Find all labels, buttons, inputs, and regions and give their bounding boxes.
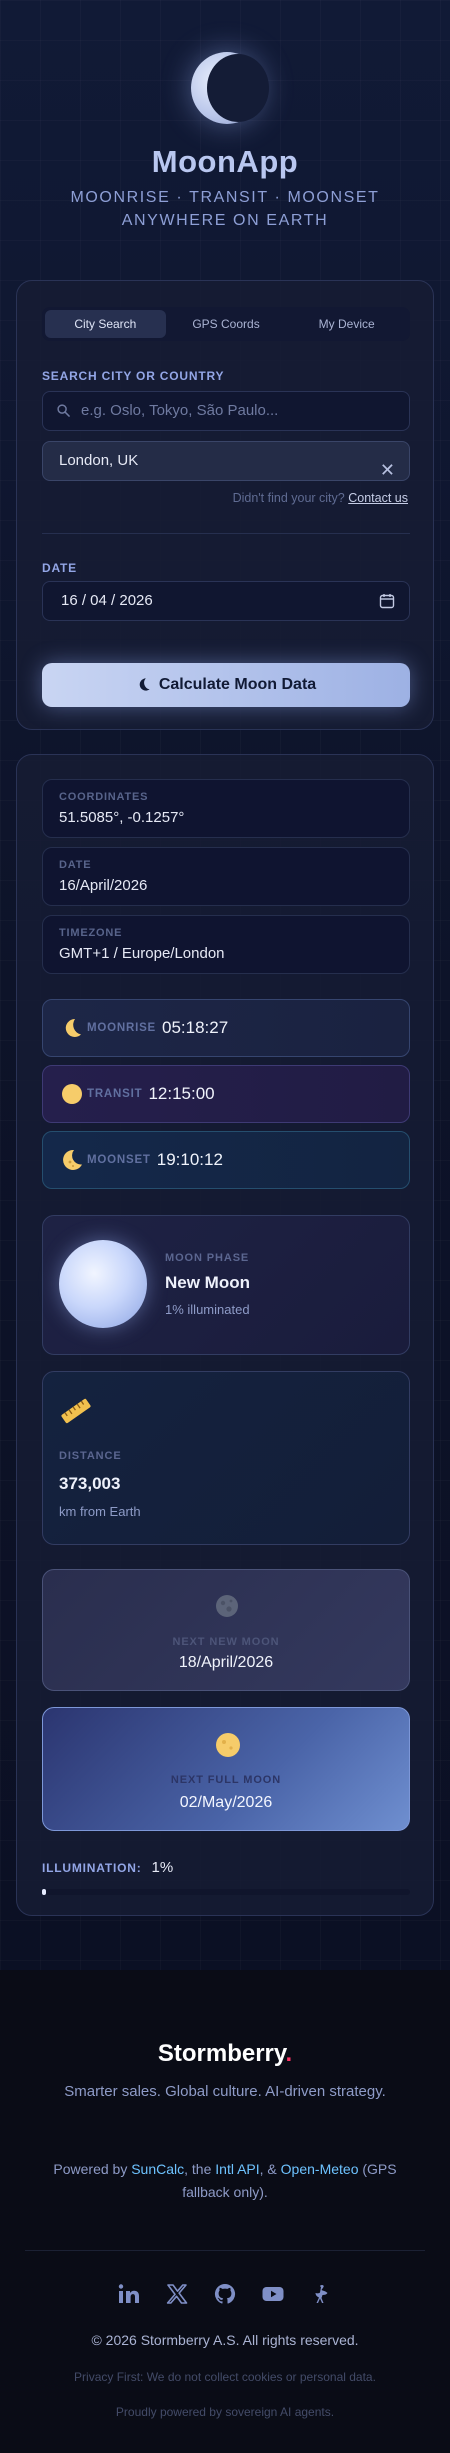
subtitle-line-1: MOONRISE · TRANSIT · MOONSET	[70, 189, 380, 206]
next-new-moon-panel: NEXT NEW MOON 18/April/2026	[42, 1569, 410, 1691]
youtube-icon[interactable]	[261, 2282, 285, 2306]
distance-value: 373,003	[59, 1474, 121, 1493]
illumination-row: ILLUMINATION: 1%	[42, 1859, 173, 1876]
transit-label: TRANSIT	[87, 1088, 143, 1100]
app-subtitle: MOONRISE · TRANSIT · MOONSET ANYWHERE ON…	[0, 186, 450, 232]
next-full-moon-date: 02/May/2026	[179, 1794, 273, 1811]
moonset-label: MOONSET	[87, 1154, 151, 1166]
timezone-label: TIMEZONE	[59, 927, 123, 939]
date-value: 16 / 04 / 2026	[61, 592, 153, 609]
powered-prefix: Powered by	[53, 2161, 132, 2177]
coordinates-value: 51.5085°, -0.1257°	[59, 809, 185, 826]
search-placeholder: e.g. Oslo, Tokyo, São Paulo...	[81, 402, 279, 419]
transit-row: TRANSIT 12:15:00	[42, 1065, 410, 1123]
moon-icon	[139, 678, 150, 691]
illumination-value: 1%	[151, 1859, 174, 1876]
linkedin-icon[interactable]	[117, 2282, 141, 2306]
illumination-label: ILLUMINATION:	[42, 1861, 142, 1875]
contact-us-link[interactable]: Contact us	[348, 491, 408, 505]
next-new-moon-label: NEXT NEW MOON	[172, 1636, 280, 1648]
form-divider	[42, 533, 410, 534]
calculate-label: Calculate Moon Data	[158, 676, 317, 693]
brand-name: Stormberry	[157, 2040, 286, 2067]
date-label: DATE	[42, 561, 77, 575]
moon-phase-panel: MOON PHASE New Moon 1% illuminated	[42, 1215, 410, 1355]
date-box: DATE 16/April/2026	[42, 847, 410, 906]
powered-by: Powered by SunCalc, the Intl API, & Open…	[30, 2158, 420, 2204]
ostrich-icon[interactable]	[309, 2282, 333, 2306]
illumination-bar-fill	[42, 1889, 46, 1895]
footer-tagline: Smarter sales. Global culture. AI-driven…	[64, 2083, 386, 2100]
intl-api-link[interactable]: Intl API	[215, 2161, 259, 2177]
selected-city-field[interactable]: London, UK ✕	[42, 441, 410, 481]
crescent-moon-icon	[65, 1018, 81, 1037]
suncalc-link[interactable]: SunCalc	[131, 2161, 184, 2177]
search-label: SEARCH CITY OR COUNTRY	[42, 369, 225, 383]
moon-phase-name: New Moon	[165, 1273, 250, 1292]
search-card: City Search GPS Coords My Device SEARCH …	[16, 280, 434, 730]
moon-phase-icon	[59, 1240, 147, 1328]
moonset-row: MOONSET 19:10:12	[42, 1131, 410, 1189]
result-date-value: 16/April/2026	[59, 877, 148, 894]
powered-sep-1: , the	[184, 2161, 216, 2177]
privacy-note: Privacy First: We do not collect cookies…	[74, 2370, 376, 2384]
search-input[interactable]: e.g. Oslo, Tokyo, São Paulo...	[42, 391, 410, 431]
moonrise-row: MOONRISE 05:18:27	[42, 999, 410, 1057]
transit-time: 12:15:00	[148, 1084, 215, 1103]
brand-dot: .	[285, 2040, 293, 2067]
moonrise-label: MOONRISE	[87, 1022, 157, 1034]
location-tabs: City Search GPS Coords My Device	[42, 307, 410, 341]
moon-phase-label: MOON PHASE	[165, 1252, 250, 1264]
distance-label: DISTANCE	[59, 1450, 122, 1462]
footer: Stormberry. Smarter sales. Global cultur…	[0, 1970, 450, 2453]
full-moon-icon	[62, 1084, 82, 1104]
new-moon-icon	[216, 1595, 238, 1617]
calculate-button[interactable]: Calculate Moon Data	[42, 663, 410, 707]
illumination-bar	[42, 1889, 410, 1895]
calendar-icon[interactable]	[379, 593, 395, 609]
tab-city-search[interactable]: City Search	[45, 310, 166, 338]
distance-panel: DISTANCE 373,003 km from Earth	[42, 1371, 410, 1545]
tab-gps-coords[interactable]: GPS Coords	[166, 310, 287, 338]
app-title: MoonApp	[151, 144, 299, 179]
open-meteo-link[interactable]: Open-Meteo	[281, 2161, 359, 2177]
powered-sep-2: , &	[259, 2161, 281, 2177]
results-card: COORDINATES 51.5085°, -0.1257° DATE 16/A…	[16, 754, 434, 1916]
moon-logo-icon	[191, 52, 269, 124]
coordinates-label: COORDINATES	[59, 791, 149, 803]
help-text: Didn't find your city? Contact us	[233, 491, 408, 505]
moonrise-time: 05:18:27	[162, 1018, 229, 1037]
ai-note: Proudly powered by sovereign AI agents.	[115, 2405, 335, 2419]
search-icon	[57, 404, 70, 417]
distance-unit: km from Earth	[59, 1504, 141, 1519]
next-new-moon-date: 18/April/2026	[178, 1654, 274, 1671]
next-full-moon-panel: NEXT FULL MOON 02/May/2026	[42, 1707, 410, 1831]
tab-my-device[interactable]: My Device	[286, 310, 407, 338]
subtitle-line-2: ANYWHERE ON EARTH	[121, 212, 329, 229]
selected-city: London, UK	[59, 452, 139, 469]
x-twitter-icon[interactable]	[165, 2282, 189, 2306]
result-date-label: DATE	[59, 859, 92, 871]
timezone-value: GMT+1 / Europe/London	[59, 945, 225, 962]
ruler-icon	[61, 1398, 91, 1424]
crescent-moon-icon	[63, 1149, 82, 1170]
next-full-moon-label: NEXT FULL MOON	[170, 1774, 282, 1786]
help-question: Didn't find your city?	[232, 491, 345, 505]
date-input[interactable]: 16 / 04 / 2026	[42, 581, 410, 621]
clear-city-icon[interactable]: ✕	[380, 451, 395, 489]
social-links	[0, 2282, 450, 2306]
full-moon-icon	[216, 1733, 240, 1757]
coordinates-box: COORDINATES 51.5085°, -0.1257°	[42, 779, 410, 838]
copyright: © 2026 Stormberry A.S. All rights reserv…	[91, 2332, 359, 2348]
footer-brand: Stormberry.	[0, 2040, 450, 2068]
footer-divider	[25, 2250, 425, 2251]
github-icon[interactable]	[213, 2282, 237, 2306]
moon-phase-illumination: 1% illuminated	[165, 1302, 250, 1317]
timezone-box: TIMEZONE GMT+1 / Europe/London	[42, 915, 410, 974]
moonset-time: 19:10:12	[156, 1150, 223, 1169]
